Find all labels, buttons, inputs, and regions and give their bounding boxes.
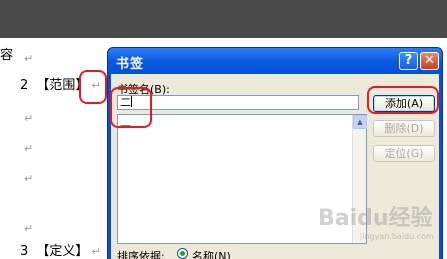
goto-button[interactable]: 定位(G): [373, 145, 435, 162]
sort-by-label: 排序依据:: [117, 250, 165, 259]
line-number: 3: [20, 244, 29, 259]
baidu-watermark: Baidu经验: [318, 206, 433, 231]
sort-by-name-label[interactable]: 名称(N): [192, 248, 231, 259]
paragraph-mark: ↵: [24, 172, 34, 185]
window-top-bar: [0, 0, 447, 38]
paragraph-mark: ↵: [24, 142, 34, 155]
document-line-definition: 3 【定义】 ↵: [20, 244, 101, 259]
paragraph-mark: ↵: [91, 245, 101, 258]
baidu-watermark-url: jingyan.baidu.com: [360, 232, 434, 241]
close-button[interactable]: ✕: [420, 52, 439, 70]
line-number: 2: [20, 78, 29, 93]
annotation-highlight: [79, 70, 107, 104]
paragraph-mark: ↵: [24, 52, 34, 65]
help-button[interactable]: ?: [399, 52, 418, 70]
scroll-up-arrow-icon[interactable]: ▲: [353, 115, 367, 129]
paragraph-mark: ↵: [24, 112, 34, 125]
paragraph-mark: ↵: [24, 222, 34, 235]
annotation-highlight: [110, 87, 152, 128]
sort-by-name-radio[interactable]: [177, 248, 188, 259]
bookmark-name-input[interactable]: 二: [117, 95, 359, 110]
dialog-title: 书签: [116, 57, 145, 72]
annotation-highlight: [367, 86, 439, 114]
line-heading: 【定义】: [36, 244, 89, 259]
dialog-titlebar[interactable]: 书签 ? ✕: [108, 48, 442, 74]
document-edge-char: 容: [0, 48, 14, 63]
delete-button[interactable]: 删除(D): [373, 120, 435, 137]
